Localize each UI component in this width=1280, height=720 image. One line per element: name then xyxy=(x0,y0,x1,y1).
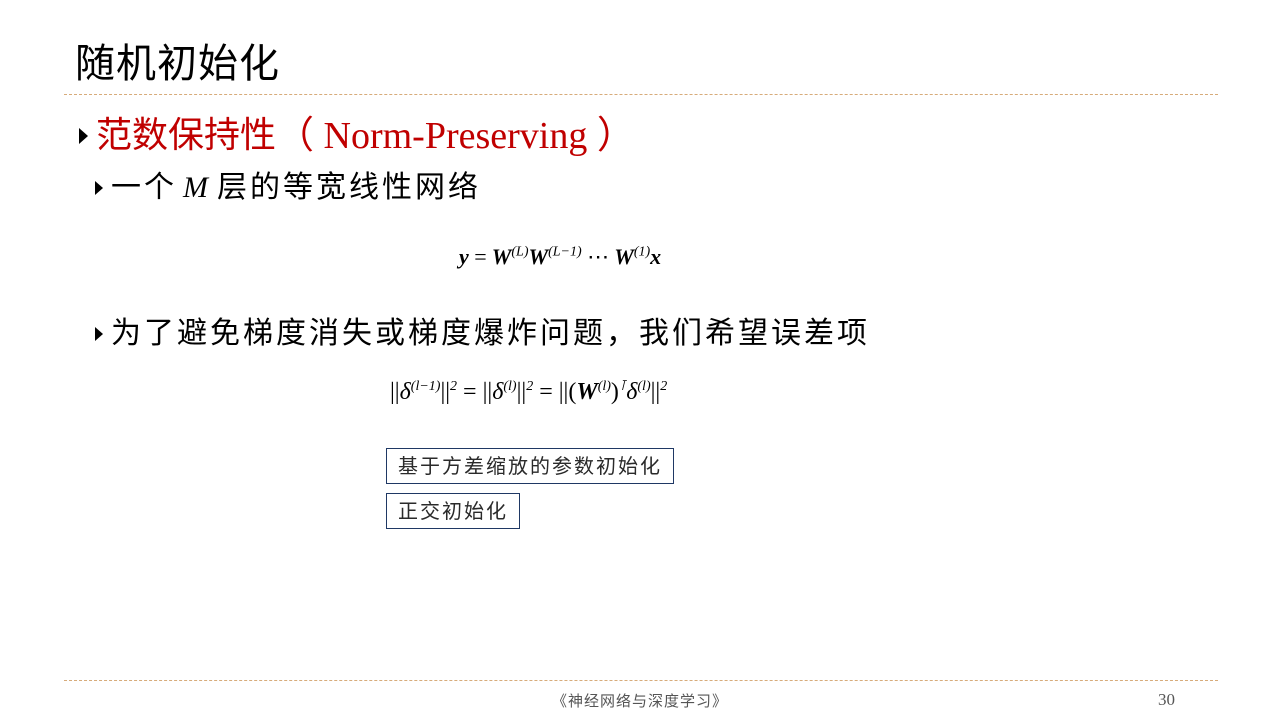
bullet-text-pre: 一个 xyxy=(111,170,177,205)
bottom-divider xyxy=(64,680,1218,681)
bullet-text: 为了避免梯度消失或梯度爆炸问题，我们希望误差项 xyxy=(111,316,870,351)
triangle-bullet-icon xyxy=(79,128,88,144)
heading-bullet: 范数保持性 （ Norm-Preserving ） xyxy=(79,112,635,160)
page-number: 30 xyxy=(1158,690,1175,709)
orthogonal-init-box[interactable]: 正交初始化 xyxy=(386,493,520,529)
footer-book-title: 《神经网络与深度学习》 xyxy=(551,692,728,710)
bullet-layered-network: 一个 M 层的等宽线性网络 xyxy=(95,168,481,208)
bullet-variable: M xyxy=(183,171,211,204)
heading-cn: 范数保持性 xyxy=(96,115,277,156)
equation-norm: ||δ(l−1)||2 = ||δ(l)||2 = ||(W(l))⊺δ(l)|… xyxy=(390,379,668,405)
bullet-text-post: 层的等宽线性网络 xyxy=(217,170,481,205)
top-divider xyxy=(64,94,1218,95)
equation-forward: y = W(L)W(L−1) ⋯ W(1)x xyxy=(459,244,662,269)
triangle-bullet-icon xyxy=(95,327,103,341)
heading-en: （ Norm-Preserving ） xyxy=(276,115,635,157)
slide-title: 随机初始化 xyxy=(75,41,280,87)
variance-scaling-init-box[interactable]: 基于方差缩放的参数初始化 xyxy=(386,448,674,484)
bullet-gradient-problem: 为了避免梯度消失或梯度爆炸问题，我们希望误差项 xyxy=(95,314,870,354)
triangle-bullet-icon xyxy=(95,181,103,195)
